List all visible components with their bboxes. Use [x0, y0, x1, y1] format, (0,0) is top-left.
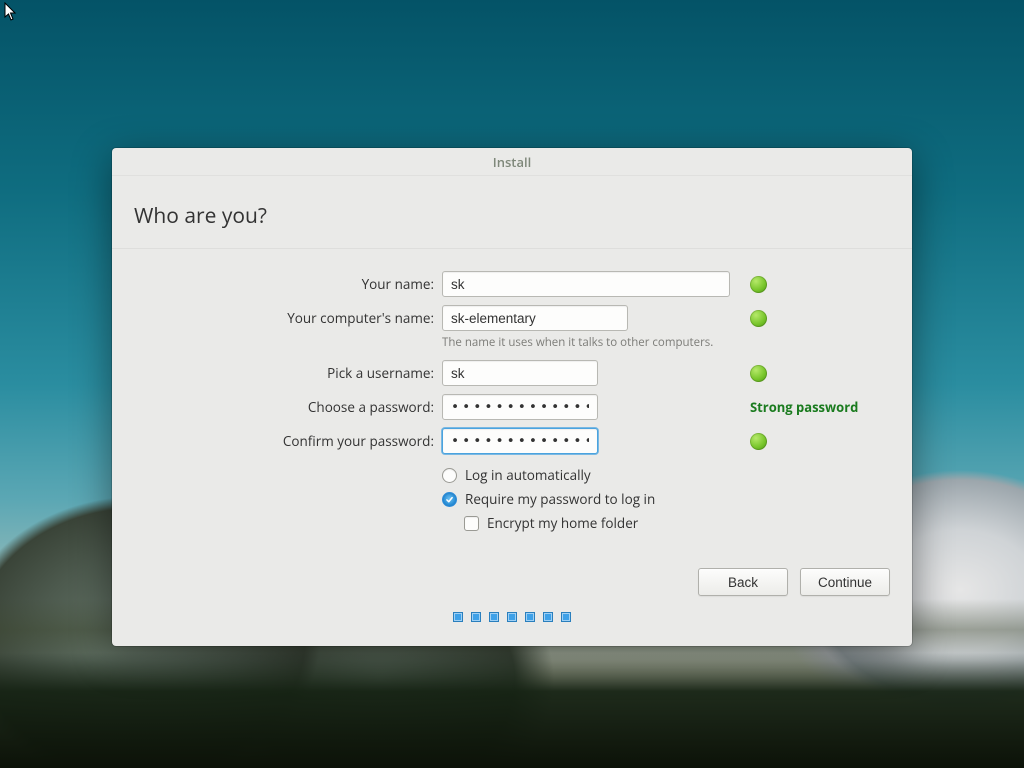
auto-login-label: Log in automatically — [465, 466, 591, 484]
radio-checked-icon — [442, 492, 457, 507]
user-form: Your name: Your computer's name: The nam… — [112, 271, 912, 540]
valid-icon — [750, 433, 767, 450]
step-dot — [543, 612, 553, 622]
password-label: Choose a password: — [134, 398, 434, 416]
valid-icon — [750, 276, 767, 293]
continue-button[interactable]: Continue — [800, 568, 890, 596]
radio-require-password[interactable]: Require my password to log in — [442, 490, 890, 508]
valid-icon — [750, 310, 767, 327]
username-input[interactable] — [442, 360, 598, 386]
row-name: Your name: — [134, 271, 890, 297]
username-validation — [750, 365, 890, 382]
dialog-actions: Back Continue — [112, 554, 912, 612]
confirm-validation — [750, 433, 890, 450]
back-button[interactable]: Back — [698, 568, 788, 596]
row-username: Pick a username: — [134, 360, 890, 386]
checkbox-encrypt-home[interactable]: Encrypt my home folder — [464, 514, 890, 532]
hostname-label: Your computer's name: — [134, 309, 434, 327]
name-validation — [750, 276, 890, 293]
encrypt-home-label: Encrypt my home folder — [487, 514, 638, 532]
step-dot — [471, 612, 481, 622]
password-strength: Strong password — [750, 398, 890, 416]
divider — [112, 248, 912, 249]
password-input[interactable] — [442, 394, 598, 420]
name-input[interactable] — [442, 271, 730, 297]
row-confirm: Confirm your password: — [134, 428, 890, 454]
password-strength-text: Strong password — [750, 398, 858, 416]
confirm-password-input[interactable] — [442, 428, 598, 454]
hostname-validation — [750, 310, 890, 327]
checkbox-icon — [464, 516, 479, 531]
step-dot — [489, 612, 499, 622]
page-heading: Who are you? — [112, 176, 912, 248]
step-dot — [453, 612, 463, 622]
radio-auto-login[interactable]: Log in automatically — [442, 466, 890, 484]
require-password-label: Require my password to log in — [465, 490, 655, 508]
step-indicator — [112, 612, 912, 646]
step-dot — [507, 612, 517, 622]
name-label: Your name: — [134, 275, 434, 293]
hostname-hint: The name it uses when it talks to other … — [442, 335, 890, 350]
confirm-label: Confirm your password: — [134, 432, 434, 450]
hostname-input[interactable] — [442, 305, 628, 331]
install-dialog: Install Who are you? Your name: Your com… — [112, 148, 912, 646]
radio-icon — [442, 468, 457, 483]
row-hostname: Your computer's name: — [134, 305, 890, 331]
row-hostname-hint: The name it uses when it talks to other … — [134, 339, 890, 352]
step-dot — [561, 612, 571, 622]
window-title: Install — [112, 148, 912, 176]
username-label: Pick a username: — [134, 364, 434, 382]
login-options: Log in automatically Require my password… — [134, 462, 890, 532]
valid-icon — [750, 365, 767, 382]
row-password: Choose a password: Strong password — [134, 394, 890, 420]
step-dot — [525, 612, 535, 622]
